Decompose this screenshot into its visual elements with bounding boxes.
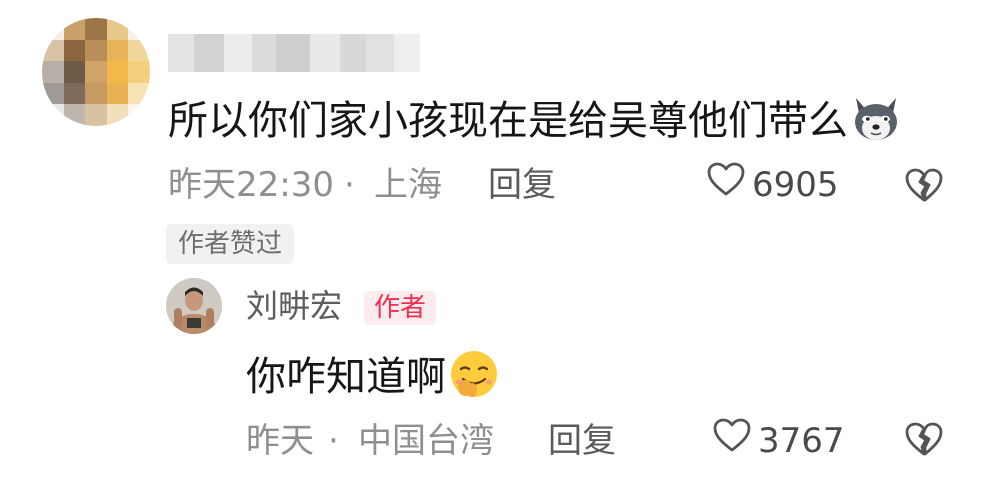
reply-text: 你咋知道啊 — [246, 354, 446, 400]
reply-avatar[interactable] — [166, 278, 222, 334]
comment-thread: { "comment": { "text": "所以你们家小孩现在是给吴尊他们带… — [0, 0, 1000, 479]
commenter-name-blurred[interactable] — [168, 34, 420, 72]
comment-separator: · — [344, 165, 355, 205]
reply-like-count: 3767 — [758, 421, 845, 461]
reply-reply-button[interactable]: 回复 — [548, 418, 616, 464]
comment-reply-button[interactable]: 回复 — [488, 162, 556, 208]
commenter-avatar-pixelated[interactable] — [42, 18, 150, 126]
comment-like-count: 6905 — [752, 165, 839, 205]
author-badge: 作者 — [364, 291, 437, 325]
heart-icon — [706, 161, 746, 209]
shushing-face-emoji-icon — [448, 348, 500, 400]
comment-location: 上海 — [374, 165, 442, 205]
reply-location: 中国台湾 — [358, 421, 494, 461]
reply-body: 你咋知道啊 — [246, 348, 500, 403]
husky-dog-emoji-icon — [850, 92, 902, 144]
reply-username[interactable]: 刘畊宏 — [246, 284, 342, 328]
author-liked-chip: 作者赞过 — [166, 224, 295, 264]
broken-heart-icon — [904, 166, 944, 208]
reply-separator: · — [328, 421, 339, 461]
comment-text: 所以你们家小孩现在是给吴尊他们带么 — [168, 98, 848, 144]
broken-heart-icon — [904, 420, 944, 462]
comment-time: 昨天22:30 — [168, 165, 334, 205]
reply-dislike-button[interactable] — [904, 420, 944, 462]
heart-icon — [712, 417, 752, 465]
comment-body: 所以你们家小孩现在是给吴尊他们带么 — [168, 92, 902, 147]
reply-like-button[interactable]: 3767 — [712, 418, 845, 464]
reply-time: 昨天 — [246, 421, 314, 461]
comment-dislike-button[interactable] — [904, 166, 944, 208]
comment-like-button[interactable]: 6905 — [706, 162, 839, 208]
